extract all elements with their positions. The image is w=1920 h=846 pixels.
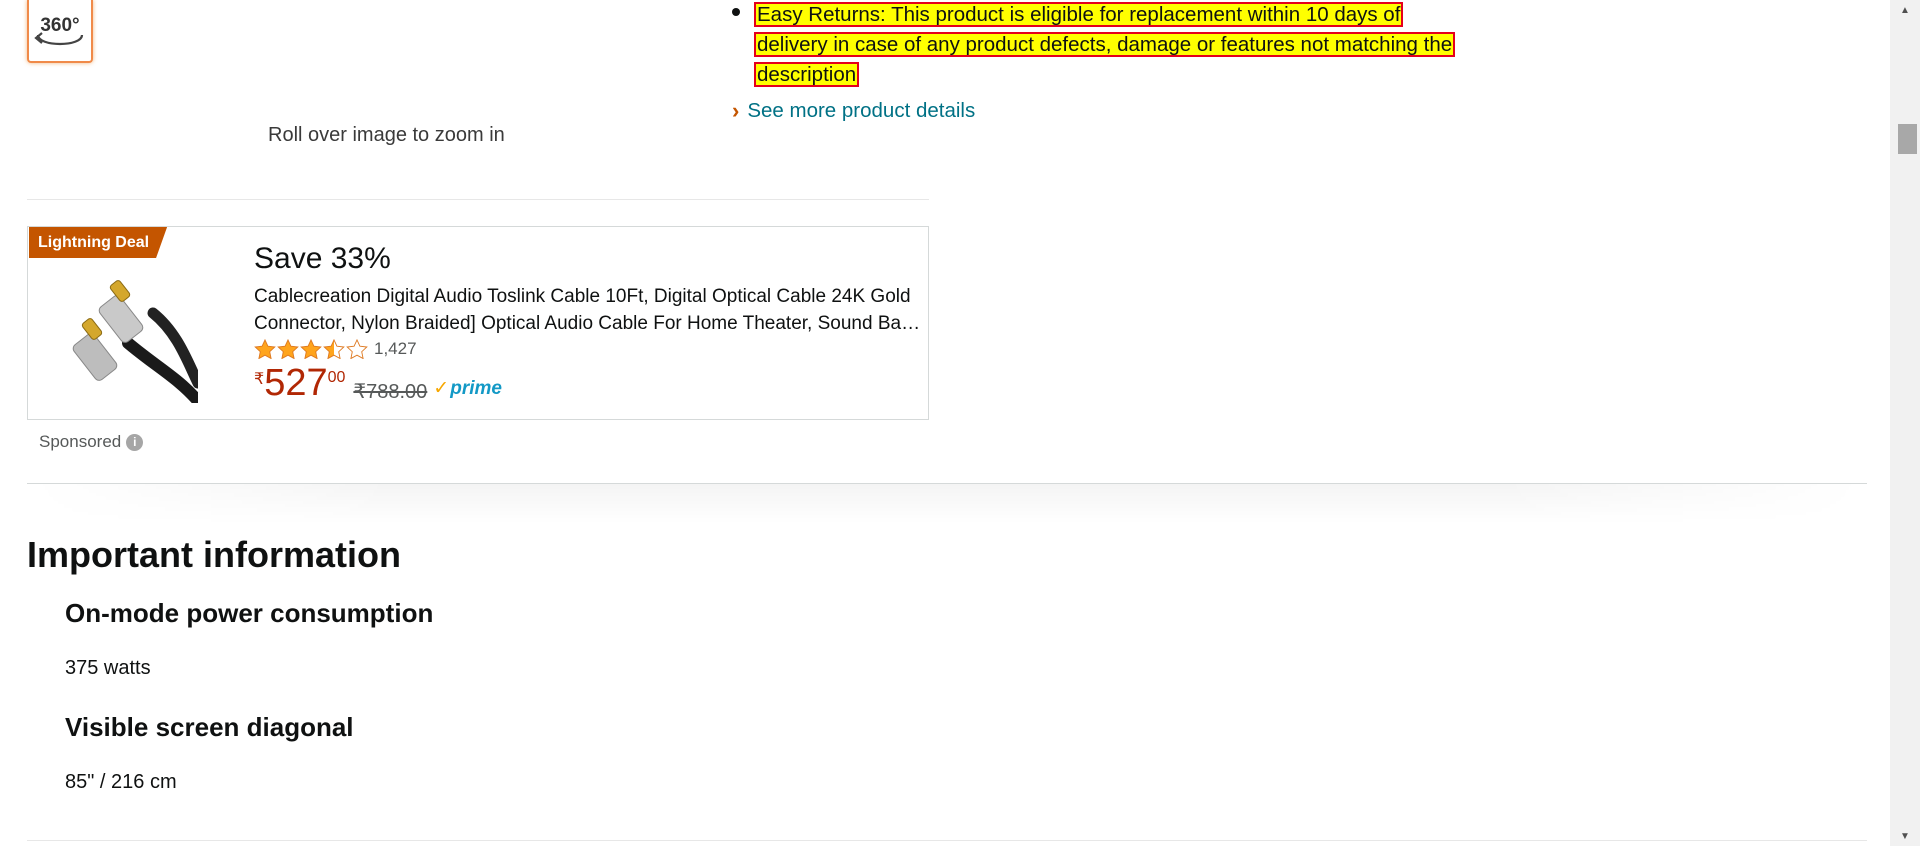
screen-diagonal-value: 85" / 216 cm [65,771,177,793]
product-page: 360° Roll over image to zoom in Easy Ret… [0,0,1920,846]
screen-diagonal-heading: Visible screen diagonal [65,712,354,742]
view-360-thumbnail[interactable]: 360° [27,0,93,63]
zoom-hint: Roll over image to zoom in [268,124,505,146]
scroll-down-arrow-icon[interactable]: ▼ [1890,826,1920,846]
discount-text: Save 33% [254,242,391,275]
power-consumption-value: 375 watts [65,657,151,679]
price-symbol: ₹ [254,371,265,388]
divider [27,199,929,200]
vertical-scrollbar[interactable]: ▲ ▼ [1890,0,1920,846]
price-fraction: 00 [327,369,346,386]
product-title-link[interactable]: Cablecreation Digital Audio Toslink Cabl… [254,283,924,337]
section-shadow [27,484,1867,524]
star-full-icon [277,339,299,359]
see-more-label: See more product details [747,99,976,122]
rating[interactable]: 1,427 [254,339,417,359]
lightning-deal-badge: Lightning Deal [29,227,168,258]
star-full-icon [254,339,276,359]
scroll-thumb[interactable] [1898,124,1917,154]
important-information-heading: Important information [27,534,401,575]
sponsored-label[interactable]: Sponsored i [39,432,144,452]
sponsored-text: Sponsored [39,432,122,451]
see-more-details-link[interactable]: › See more product details [732,98,975,124]
list-price: ₹788.00 [353,381,428,403]
bullet-dot [732,8,740,16]
star-rating [254,339,368,359]
star-full-icon [300,339,322,359]
svg-text:360°: 360° [40,15,79,36]
rating-count: 1,427 [374,339,417,358]
sponsored-product-card[interactable]: Lightning Deal Save 33% Cablecreation Di… [27,226,929,420]
scroll-up-arrow-icon[interactable]: ▲ [1890,0,1920,20]
rotate-360-icon: 360° [34,15,84,45]
power-consumption-heading: On-mode power consumption [65,598,434,628]
price-block: ₹ 527 00 ₹788.00 ✓ prime [254,363,502,404]
product-image[interactable] [68,273,198,403]
easy-returns-text: Easy Returns: This product is eligible f… [754,2,1456,87]
prime-badge: ✓ prime [433,377,502,400]
info-icon[interactable]: i [126,433,144,451]
star-empty-icon [346,339,368,359]
chevron-right-icon: › [732,98,740,123]
price-whole: 527 [264,362,328,404]
prime-check-icon: ✓ [433,378,450,399]
prime-label: prime [450,377,502,399]
divider [27,840,1867,841]
star-half-icon [323,339,345,359]
